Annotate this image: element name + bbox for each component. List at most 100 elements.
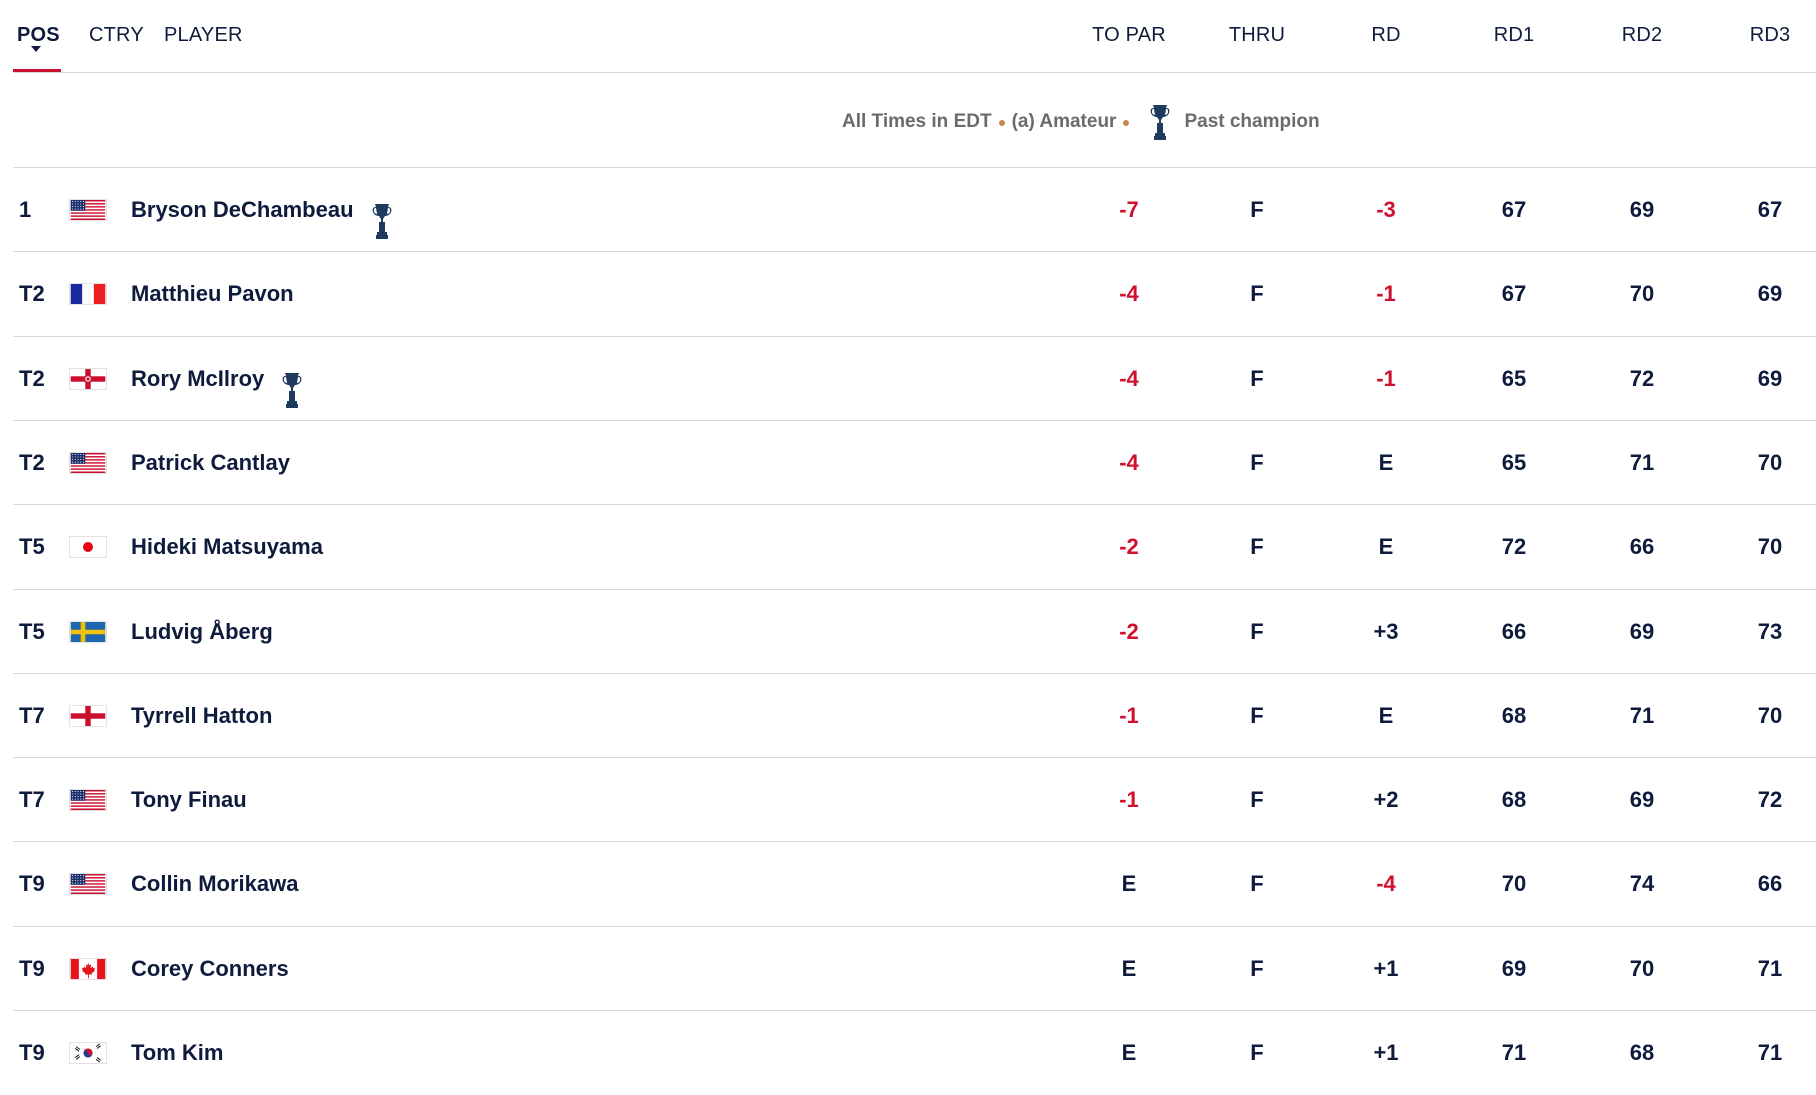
rd3-cell: 71 bbox=[1757, 1040, 1783, 1065]
to-par-cell: -4 bbox=[1119, 366, 1139, 391]
position-cell: T7 bbox=[19, 703, 45, 728]
player-name-cell[interactable]: Tom Kim bbox=[131, 1011, 223, 1095]
thru-cell: F bbox=[1250, 534, 1264, 559]
player-row[interactable]: 1 Bryson DeChambeau -7 F -3 67 69 67 bbox=[13, 167, 1816, 252]
player-row[interactable]: T2 Matthieu Pavon -4 F -1 67 70 69 bbox=[13, 251, 1816, 336]
thru-cell: F bbox=[1250, 1040, 1264, 1065]
thru-cell: F bbox=[1250, 787, 1264, 812]
player-name-cell[interactable]: Collin Morikawa bbox=[131, 842, 298, 926]
rd2-cell: 70 bbox=[1629, 281, 1655, 306]
player-name[interactable]: Tom Kim bbox=[131, 1011, 223, 1095]
round-score-cell: +3 bbox=[1373, 619, 1399, 644]
sort-thru-tab[interactable]: THRU bbox=[1229, 24, 1285, 47]
rd1-cell: 70 bbox=[1501, 871, 1527, 896]
player-name-cell[interactable]: Bryson DeChambeau bbox=[131, 168, 392, 252]
player-name[interactable]: Hideki Matsuyama bbox=[131, 505, 323, 589]
rd1-cell: 67 bbox=[1501, 281, 1527, 306]
player-name[interactable]: Corey Conners bbox=[131, 927, 289, 1011]
sort-player-tab[interactable]: PLAYER bbox=[164, 24, 243, 47]
player-name[interactable]: Ludvig Åberg bbox=[131, 590, 273, 674]
legend-past-champion: Past champion bbox=[1184, 111, 1320, 132]
rd1-cell: 66 bbox=[1501, 619, 1527, 644]
to-par-cell: -2 bbox=[1119, 534, 1139, 559]
player-name-cell[interactable]: Patrick Cantlay bbox=[131, 421, 290, 505]
round-score-cell: E bbox=[1378, 534, 1394, 559]
rd3-cell: 70 bbox=[1757, 450, 1783, 475]
sort-caret-icon bbox=[31, 46, 41, 52]
rd2-cell: 69 bbox=[1629, 197, 1655, 222]
player-name[interactable]: Matthieu Pavon bbox=[131, 252, 294, 336]
player-row[interactable]: T9 Collin Morikawa E F -4 70 74 66 bbox=[13, 841, 1816, 926]
player-name-cell[interactable]: Ludvig Åberg bbox=[131, 590, 273, 674]
thru-cell: F bbox=[1250, 703, 1264, 728]
player-row[interactable]: T2 Rory McIlroy -4 F -1 65 72 69 bbox=[13, 336, 1816, 421]
position-cell: T2 bbox=[19, 450, 45, 475]
player-name[interactable]: Bryson DeChambeau bbox=[131, 168, 354, 252]
sort-to-par-tab[interactable]: TO PAR bbox=[1092, 24, 1166, 47]
trophy-icon bbox=[1150, 103, 1170, 141]
player-row[interactable]: T7 Tony Finau -1 F +2 68 69 72 bbox=[13, 757, 1816, 842]
rd3-cell: 69 bbox=[1757, 366, 1783, 391]
rd2-cell: 71 bbox=[1629, 703, 1655, 728]
trophy-icon bbox=[372, 191, 392, 239]
to-par-cell: E bbox=[1121, 1040, 1137, 1065]
position-cell: T5 bbox=[19, 534, 45, 559]
player-row[interactable]: T7 Tyrrell Hatton -1 F E 68 71 70 bbox=[13, 673, 1816, 758]
to-par-cell: -4 bbox=[1119, 450, 1139, 475]
player-name-cell[interactable]: Hideki Matsuyama bbox=[131, 505, 323, 589]
player-name[interactable]: Collin Morikawa bbox=[131, 842, 298, 926]
player-name-cell[interactable]: Corey Conners bbox=[131, 927, 289, 1011]
player-name-cell[interactable]: Tony Finau bbox=[131, 758, 247, 842]
sort-pos-tab[interactable]: POS bbox=[17, 24, 60, 47]
legend-separator-dot bbox=[998, 120, 1005, 126]
active-tab-indicator bbox=[13, 69, 61, 72]
rd2-cell: 68 bbox=[1629, 1040, 1655, 1065]
player-name-cell[interactable]: Tyrrell Hatton bbox=[131, 674, 272, 758]
flag-northern-ireland-icon bbox=[69, 368, 107, 390]
rd3-cell: 71 bbox=[1757, 956, 1783, 981]
round-score-cell: +1 bbox=[1373, 956, 1399, 981]
player-name-cell[interactable]: Matthieu Pavon bbox=[131, 252, 294, 336]
rd1-cell: 65 bbox=[1501, 366, 1527, 391]
sort-rd1-tab[interactable]: RD1 bbox=[1494, 24, 1535, 47]
thru-cell: F bbox=[1250, 281, 1264, 306]
sort-rd-tab[interactable]: RD bbox=[1371, 24, 1400, 47]
rd3-cell: 66 bbox=[1757, 871, 1783, 896]
player-name[interactable]: Tyrrell Hatton bbox=[131, 674, 272, 758]
leaderboard: POS CTRY PLAYER TO PAR THRU RD RD1 RD2 R… bbox=[0, 0, 1816, 1090]
player-name[interactable]: Patrick Cantlay bbox=[131, 421, 290, 505]
player-row[interactable]: T2 Patrick Cantlay -4 F E 65 71 70 bbox=[13, 420, 1816, 505]
player-name[interactable]: Tony Finau bbox=[131, 758, 247, 842]
rd3-cell: 69 bbox=[1757, 281, 1783, 306]
rd1-cell: 68 bbox=[1501, 787, 1527, 812]
sort-ctry-tab[interactable]: CTRY bbox=[89, 24, 144, 47]
player-row[interactable]: T9 Corey Conners E F +1 69 70 71 bbox=[13, 926, 1816, 1011]
player-name-cell[interactable]: Rory McIlroy bbox=[131, 337, 302, 421]
rd3-cell: 70 bbox=[1757, 703, 1783, 728]
rd1-cell: 65 bbox=[1501, 450, 1527, 475]
player-name[interactable]: Rory McIlroy bbox=[131, 337, 264, 421]
to-par-cell: -1 bbox=[1119, 787, 1139, 812]
rd1-cell: 72 bbox=[1501, 534, 1527, 559]
position-cell: T9 bbox=[19, 1040, 45, 1065]
to-par-cell: -7 bbox=[1119, 197, 1139, 222]
to-par-cell: E bbox=[1121, 871, 1137, 896]
player-row[interactable]: T9 Tom Kim E F +1 71 68 71 bbox=[13, 1010, 1816, 1095]
round-score-cell: E bbox=[1378, 703, 1394, 728]
thru-cell: F bbox=[1250, 197, 1264, 222]
sort-rd3-tab[interactable]: RD3 bbox=[1750, 24, 1791, 47]
rd3-cell: 72 bbox=[1757, 787, 1783, 812]
thru-cell: F bbox=[1250, 619, 1264, 644]
flag-japan-icon bbox=[69, 536, 107, 558]
flag-usa-icon bbox=[69, 199, 107, 221]
to-par-cell: -2 bbox=[1119, 619, 1139, 644]
sort-rd2-tab[interactable]: RD2 bbox=[1622, 24, 1663, 47]
player-row[interactable]: T5 Ludvig Åberg -2 F +3 66 69 73 bbox=[13, 589, 1816, 674]
player-row[interactable]: T5 Hideki Matsuyama -2 F E 72 66 70 bbox=[13, 504, 1816, 589]
position-cell: T5 bbox=[19, 619, 45, 644]
round-score-cell: -1 bbox=[1376, 281, 1396, 306]
rd2-cell: 69 bbox=[1629, 619, 1655, 644]
rd3-cell: 73 bbox=[1757, 619, 1783, 644]
rd1-cell: 67 bbox=[1501, 197, 1527, 222]
rd2-cell: 71 bbox=[1629, 450, 1655, 475]
